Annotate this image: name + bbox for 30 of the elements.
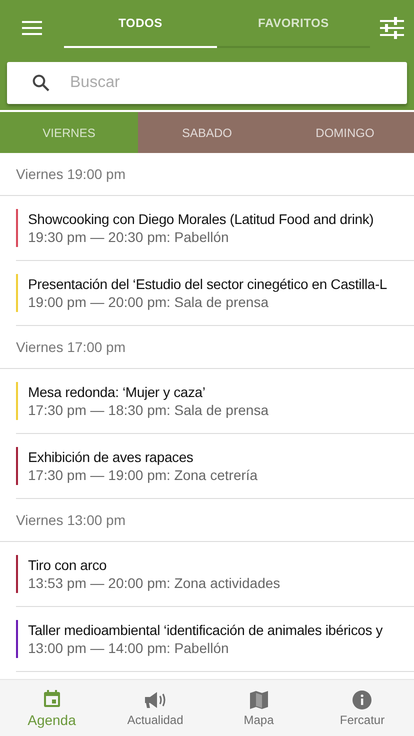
section-heading: Viernes 17:00 pm xyxy=(0,326,414,369)
map-icon xyxy=(248,690,269,710)
event-time: 19:00 pm — 20:00 pm: Sala de prensa xyxy=(28,294,270,310)
nav-item[interactable]: Actualidad xyxy=(104,680,207,736)
event-title[interactable]: Tiro con arco xyxy=(28,557,280,573)
search-field[interactable]: Buscar xyxy=(7,62,407,104)
info-icon xyxy=(352,690,372,710)
event-time: 19:30 pm — 20:30 pm: Pabellón xyxy=(28,229,230,245)
event-title[interactable]: Exhibición de aves rapaces xyxy=(28,449,258,465)
tab[interactable]: TODOS xyxy=(64,0,217,48)
event-title[interactable]: Mesa redonda: ‘Mujer y caza’ xyxy=(28,384,268,400)
day-tab[interactable]: DOMINGO xyxy=(276,112,414,153)
event-title[interactable]: Showcooking con Diego Morales (Latitud Food and drink) xyxy=(28,211,374,227)
calendar-icon xyxy=(42,688,62,708)
day-tab[interactable]: VIERNES xyxy=(0,112,138,153)
day-tab[interactable]: SABADO xyxy=(138,112,276,153)
event-time: 13:00 pm — 14:00 pm: Pabellón xyxy=(28,640,230,656)
search-icon xyxy=(32,74,50,92)
nav-item[interactable]: Fercatur xyxy=(310,680,414,736)
nav-item[interactable]: Agenda xyxy=(0,680,104,736)
tab[interactable]: FAVORITOS xyxy=(217,0,370,48)
event-title[interactable]: Presentación del ‘Estudio del sector cinegético en Castilla-L xyxy=(28,276,388,292)
section-heading: Viernes 13:00 pm xyxy=(0,499,414,542)
event-title[interactable]: Taller medioambiental ‘identificación de animales ibéricos y xyxy=(28,622,383,638)
section-heading: Viernes 19:00 pm xyxy=(0,153,414,196)
nav-item[interactable]: Mapa xyxy=(207,680,310,736)
event-time: 13:53 pm — 20:00 pm: Zona actividades xyxy=(28,575,280,591)
event-time: 17:30 pm — 19:00 pm: Zona cetrería xyxy=(28,467,258,483)
event-time: 17:30 pm — 18:30 pm: Sala de prensa xyxy=(28,402,268,418)
megaphone-icon xyxy=(143,690,168,710)
